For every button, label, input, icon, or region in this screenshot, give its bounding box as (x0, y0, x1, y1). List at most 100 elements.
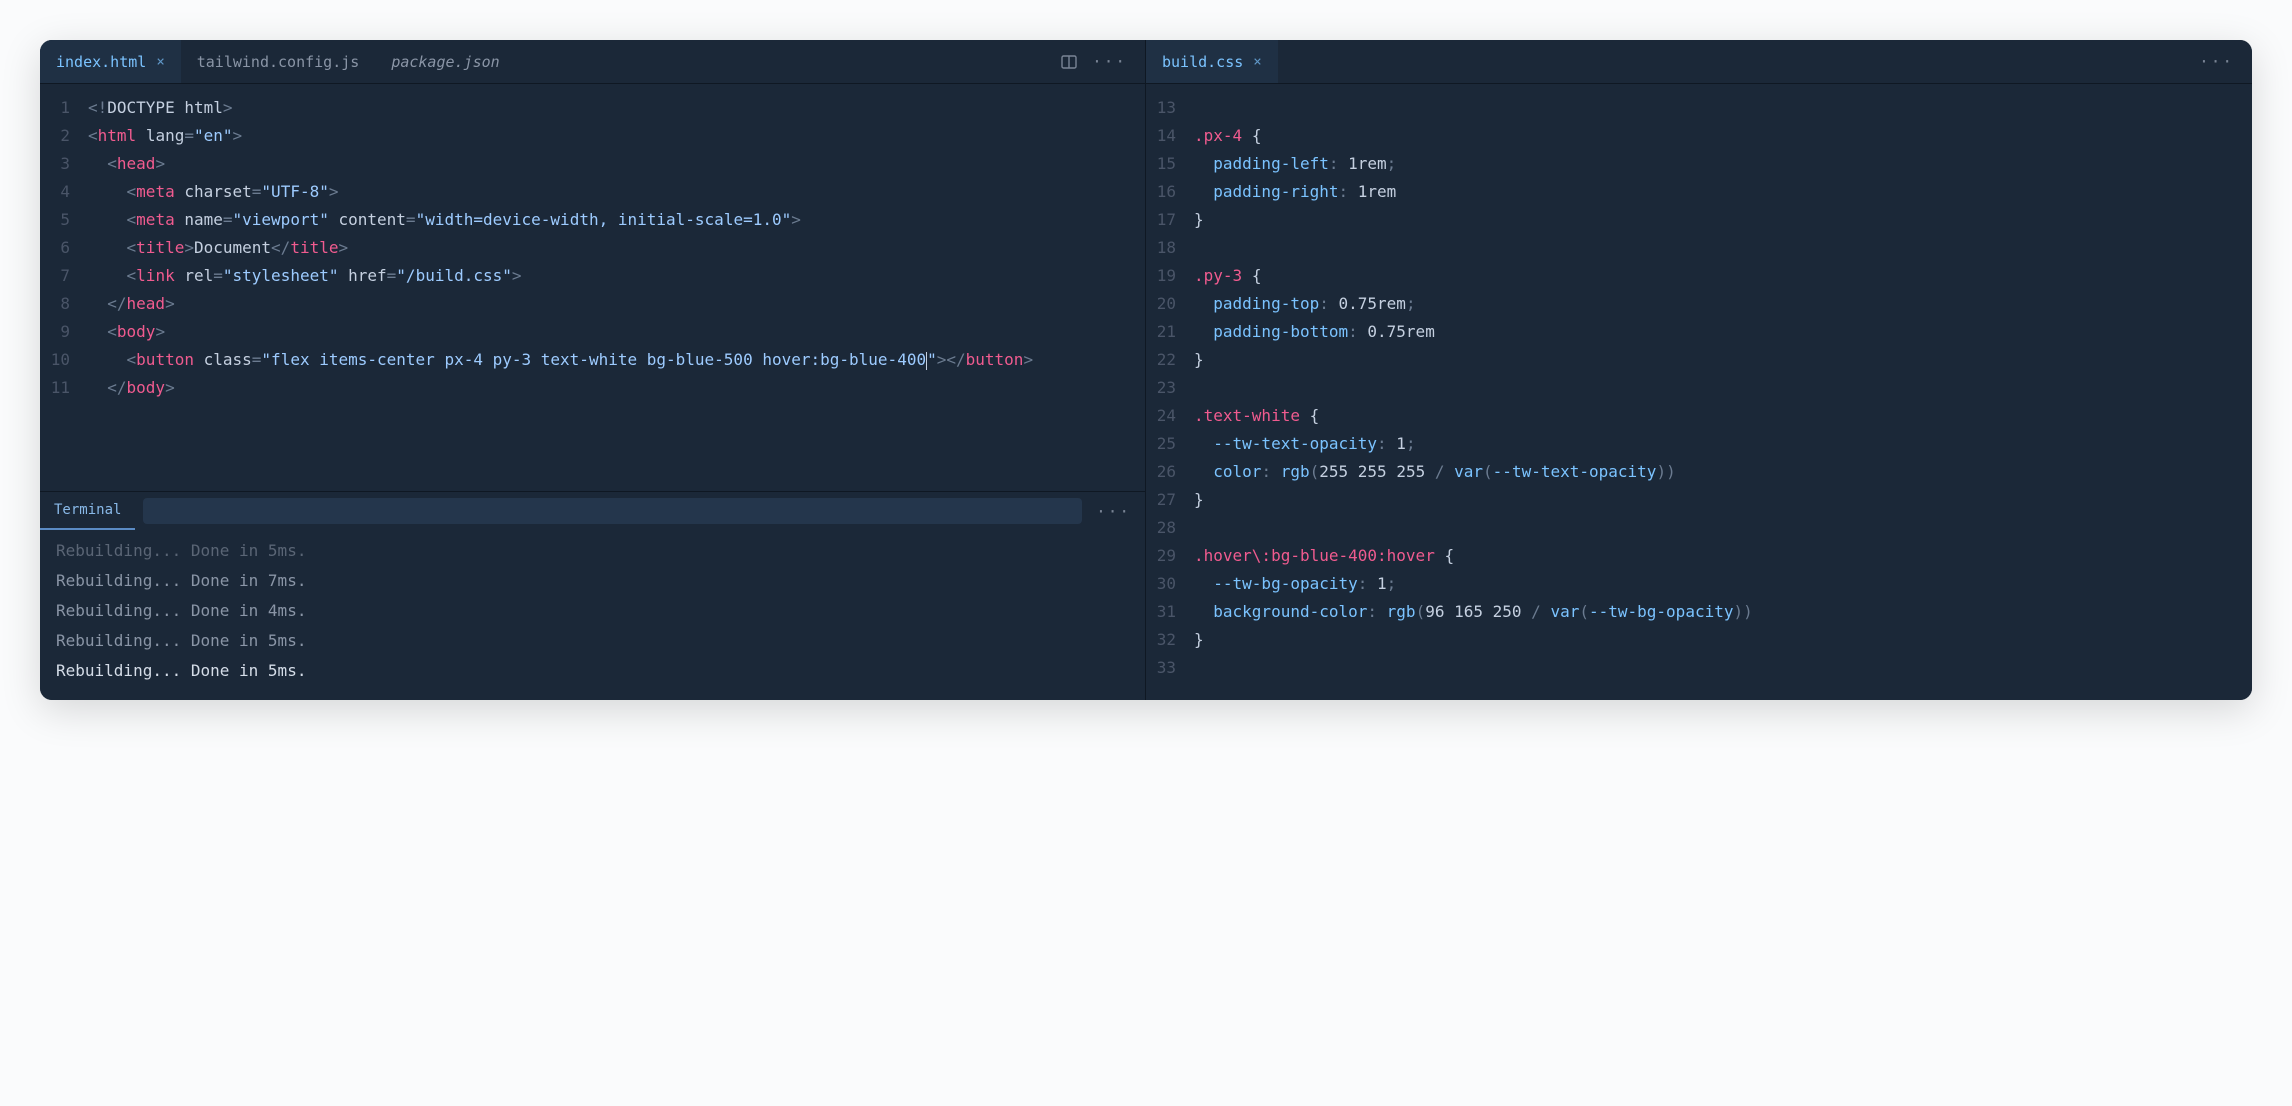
code-line: 19.py-3 { (1146, 262, 2252, 290)
code-content: .text-white { (1194, 402, 2252, 430)
line-number: 10 (40, 346, 88, 374)
terminal-line: Rebuilding... Done in 5ms. (56, 626, 1129, 656)
terminal-tab-label: Terminal (54, 502, 121, 518)
code-content: <body> (88, 318, 1145, 346)
more-icon[interactable]: ··· (1092, 52, 1127, 71)
line-number: 22 (1146, 346, 1194, 374)
line-number: 33 (1146, 654, 1194, 682)
line-number: 16 (1146, 178, 1194, 206)
code-line: 17} (1146, 206, 2252, 234)
line-number: 30 (1146, 570, 1194, 598)
code-content: padding-right: 1rem (1194, 178, 2252, 206)
code-content: <html lang="en"> (88, 122, 1145, 150)
code-line: 3 <head> (40, 150, 1145, 178)
code-line: 6 <title>Document</title> (40, 234, 1145, 262)
line-number: 28 (1146, 514, 1194, 542)
code-content: <!DOCTYPE html> (88, 94, 1145, 122)
line-number: 32 (1146, 626, 1194, 654)
code-content: padding-bottom: 0.75rem (1194, 318, 2252, 346)
code-content: </head> (88, 290, 1145, 318)
code-content: --tw-text-opacity: 1; (1194, 430, 2252, 458)
code-line: 15 padding-left: 1rem; (1146, 150, 2252, 178)
editor-window: index.html × tailwind.config.js package.jso… (40, 40, 2252, 700)
line-number: 15 (1146, 150, 1194, 178)
code-line: 5 <meta name="viewport" content="width=d… (40, 206, 1145, 234)
more-icon[interactable]: ··· (2199, 52, 2234, 71)
code-content: --tw-bg-opacity: 1; (1194, 570, 2252, 598)
tab-package-json[interactable]: package.json (375, 40, 515, 83)
code-line: 31 background-color: rgb(96 165 250 / va… (1146, 598, 2252, 626)
line-number: 31 (1146, 598, 1194, 626)
terminal-line: Rebuilding... Done in 4ms. (56, 596, 1129, 626)
code-line: 20 padding-top: 0.75rem; (1146, 290, 2252, 318)
line-number: 23 (1146, 374, 1194, 402)
code-content: .hover\:bg-blue-400:hover { (1194, 542, 2252, 570)
right-code-area[interactable]: 1314.px-4 {15 padding-left: 1rem;16 padd… (1146, 84, 2252, 700)
tab-tailwind-config-js[interactable]: tailwind.config.js (181, 40, 376, 83)
code-content: } (1194, 486, 2252, 514)
tab-label: tailwind.config.js (197, 53, 360, 71)
code-content: .px-4 { (1194, 122, 2252, 150)
tab-build-css[interactable]: build.css× (1146, 40, 1278, 83)
code-line: 10 <button class="flex items-center px-4… (40, 346, 1145, 374)
split-editor-icon[interactable] (1060, 53, 1078, 71)
terminal-line: Rebuilding... Done in 7ms. (56, 566, 1129, 596)
code-line: 1<!DOCTYPE html> (40, 94, 1145, 122)
code-line: 30 --tw-bg-opacity: 1; (1146, 570, 2252, 598)
code-content: padding-left: 1rem; (1194, 150, 2252, 178)
code-content: } (1194, 346, 2252, 374)
right-pane: build.css× ··· 1314.px-4 {15 padding-lef… (1146, 40, 2252, 700)
code-content: <head> (88, 150, 1145, 178)
terminal-tab[interactable]: Terminal (40, 492, 135, 530)
code-line: 2<html lang="en"> (40, 122, 1145, 150)
code-content: </body> (88, 374, 1145, 402)
code-content: .py-3 { (1194, 262, 2252, 290)
line-number: 19 (1146, 262, 1194, 290)
code-line: 16 padding-right: 1rem (1146, 178, 2252, 206)
line-number: 21 (1146, 318, 1194, 346)
code-content: background-color: rgb(96 165 250 / var(-… (1194, 598, 2252, 626)
terminal-tabbar: Terminal ··· (40, 492, 1145, 530)
code-line: 27} (1146, 486, 2252, 514)
code-line: 26 color: rgb(255 255 255 / var(--tw-tex… (1146, 458, 2252, 486)
close-icon[interactable]: × (156, 54, 164, 70)
line-number: 26 (1146, 458, 1194, 486)
line-number: 27 (1146, 486, 1194, 514)
left-code-area[interactable]: 1<!DOCTYPE html>2<html lang="en">3 <head… (40, 84, 1145, 491)
tab-label: package.json (391, 53, 499, 71)
line-number: 1 (40, 94, 88, 122)
tab-label: index.html (56, 53, 146, 71)
code-line: 18 (1146, 234, 2252, 262)
line-number: 25 (1146, 430, 1194, 458)
line-number: 24 (1146, 402, 1194, 430)
line-number: 18 (1146, 234, 1194, 262)
code-content: padding-top: 0.75rem; (1194, 290, 2252, 318)
code-line: 24.text-white { (1146, 402, 2252, 430)
left-tab-actions: ··· (1050, 52, 1137, 71)
code-line: 25 --tw-text-opacity: 1; (1146, 430, 2252, 458)
line-number: 20 (1146, 290, 1194, 318)
code-line: 32} (1146, 626, 2252, 654)
terminal-search-input[interactable] (143, 498, 1082, 524)
code-line: 8 </head> (40, 290, 1145, 318)
close-icon[interactable]: × (1253, 54, 1261, 70)
line-number: 3 (40, 150, 88, 178)
line-number: 11 (40, 374, 88, 402)
code-line: 14.px-4 { (1146, 122, 2252, 150)
line-number: 2 (40, 122, 88, 150)
code-content: <title>Document</title> (88, 234, 1145, 262)
right-tab-actions: ··· (2189, 52, 2244, 71)
terminal-output[interactable]: Rebuilding... Done in 5ms.Rebuilding... … (40, 530, 1145, 700)
code-content: color: rgb(255 255 255 / var(--tw-text-o… (1194, 458, 2252, 486)
left-tabbar: index.html × tailwind.config.js package.jso… (40, 40, 1145, 84)
terminal-panel: Terminal ··· Rebuilding... Done in 5ms.R… (40, 491, 1145, 700)
line-number: 5 (40, 206, 88, 234)
code-line: 23 (1146, 374, 2252, 402)
tab-index-html[interactable]: index.html × (40, 40, 181, 83)
more-icon[interactable]: ··· (1090, 502, 1137, 521)
code-line: 7 <link rel="stylesheet" href="/build.cs… (40, 262, 1145, 290)
code-line: 13 (1146, 94, 2252, 122)
code-line: 4 <meta charset="UTF-8"> (40, 178, 1145, 206)
terminal-line: Rebuilding... Done in 5ms. (56, 656, 1129, 686)
line-number: 6 (40, 234, 88, 262)
